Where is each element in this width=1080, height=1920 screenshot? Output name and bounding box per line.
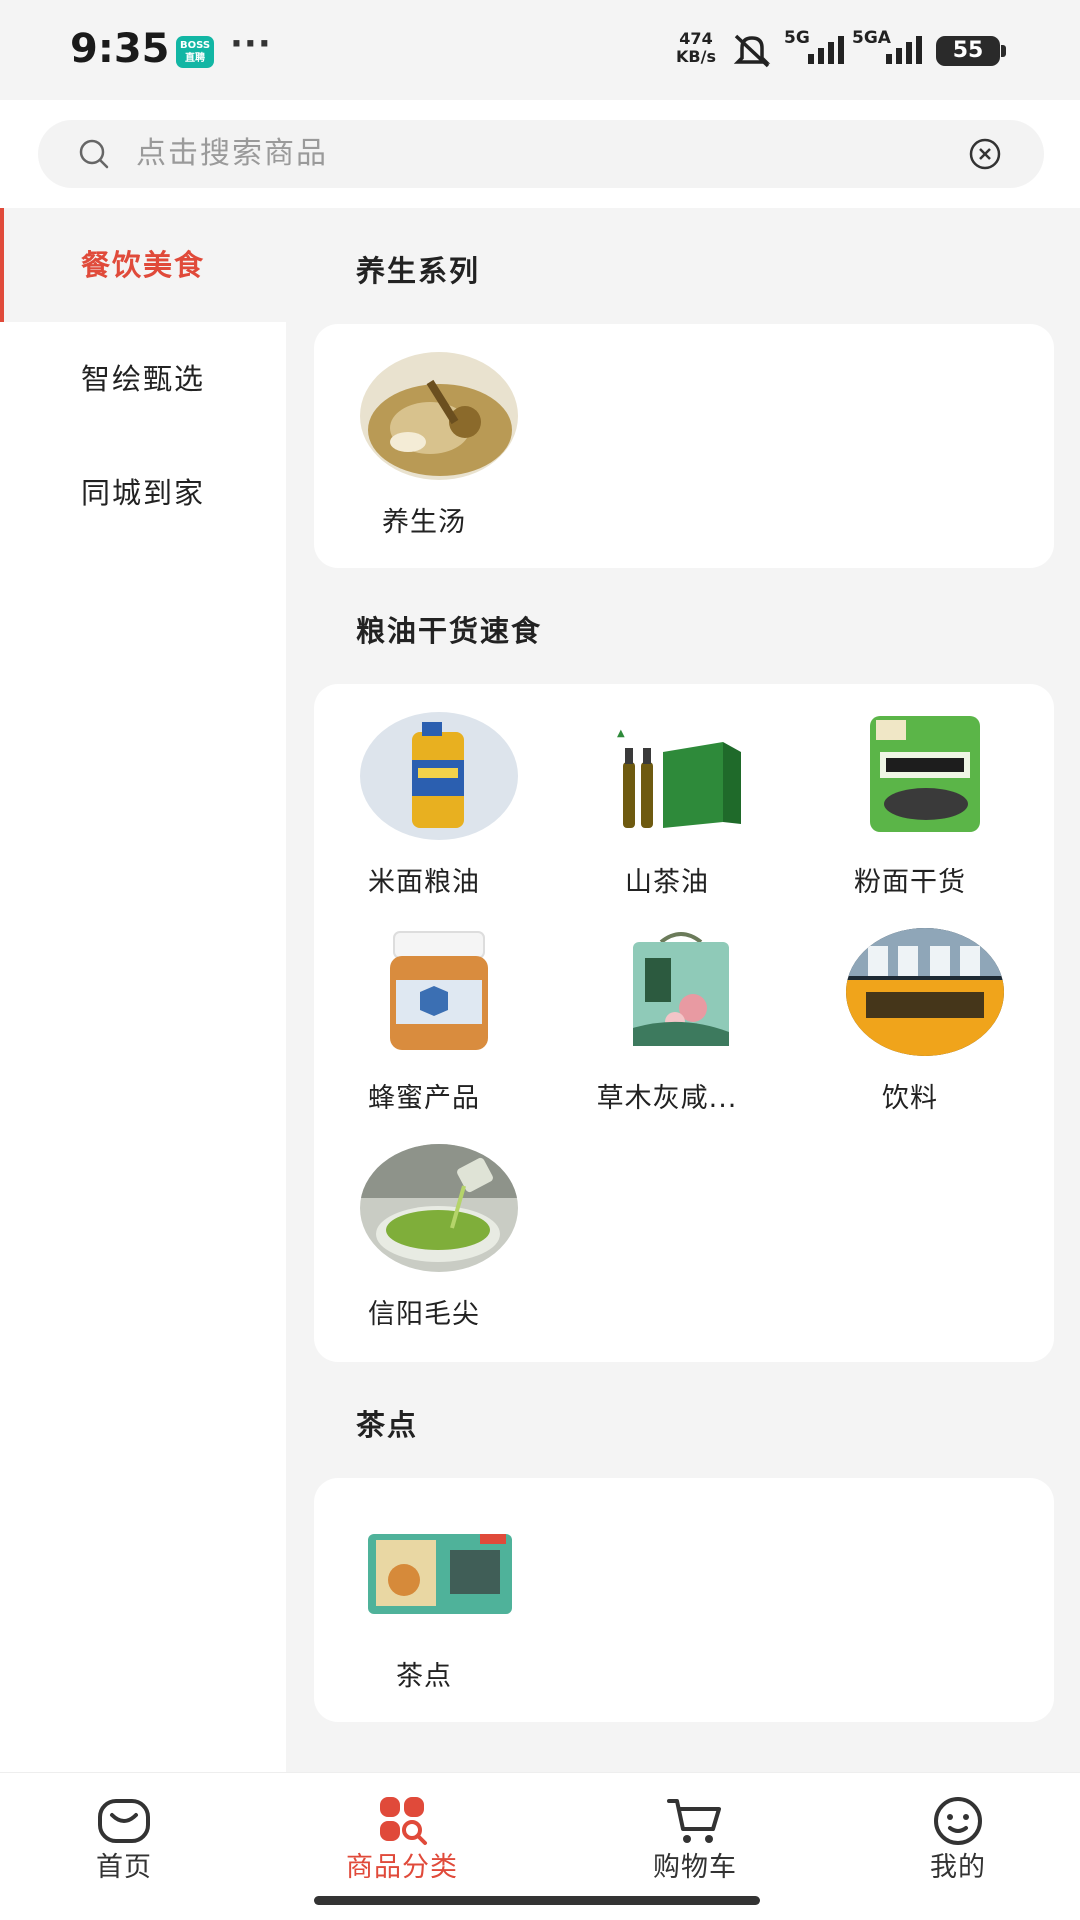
- category-grid-icon: [380, 1797, 427, 1845]
- category-item-label: 饮料: [882, 1083, 938, 1114]
- nav-home-label: 首页: [96, 1852, 152, 1883]
- product-image: [360, 1506, 518, 1634]
- product-image: [846, 928, 1004, 1056]
- search-icon: [79, 139, 109, 169]
- product-image: ▲: [603, 712, 761, 840]
- signal-5ga-icon: 5GA: [852, 28, 922, 68]
- svg-text:▲: ▲: [617, 728, 625, 739]
- home-indicator: [314, 1896, 760, 1905]
- battery-icon: 55: [936, 36, 1006, 66]
- network-speed: 474 KB/s: [670, 30, 722, 66]
- category-item[interactable]: ▲ 山茶油: [557, 712, 777, 912]
- nav-category[interactable]: 商品分类: [322, 1787, 482, 1887]
- category-item[interactable]: 养生汤: [314, 352, 534, 552]
- nav-cart-label: 购物车: [653, 1852, 737, 1883]
- smiley-face-icon: [934, 1797, 982, 1845]
- category-item[interactable]: 草木灰咸...: [557, 928, 777, 1128]
- product-image: [360, 712, 518, 840]
- search-box[interactable]: 点击搜索商品: [38, 120, 1044, 188]
- signal-5g-label: 5G: [784, 28, 810, 48]
- category-item[interactable]: 米面粮油: [314, 712, 534, 912]
- mute-icon: [733, 34, 771, 68]
- category-item[interactable]: 饮料: [800, 928, 1020, 1128]
- section-title: 养生系列: [356, 254, 481, 288]
- product-image: [360, 352, 518, 480]
- category-sidebar: 餐饮美食 智绘甄选 同城到家: [0, 208, 286, 1772]
- category-item-label: 米面粮油: [368, 867, 480, 898]
- category-item-label: 养生汤: [382, 507, 466, 538]
- category-item[interactable]: 茶点: [314, 1506, 534, 1706]
- network-speed-value: 474: [679, 29, 713, 48]
- product-image: [846, 712, 1004, 840]
- sidebar-item-selection[interactable]: 智绘甄选: [0, 322, 286, 436]
- nav-cart[interactable]: 购物车: [615, 1787, 775, 1887]
- category-card: 养生汤: [314, 324, 1054, 568]
- category-item-label: 山茶油: [625, 867, 709, 898]
- search-input[interactable]: 点击搜索商品: [136, 120, 328, 188]
- status-bar: 9:35 BOSS直聘 ··· 474 KB/s 5G 5GA 55: [0, 0, 1080, 100]
- clear-icon[interactable]: [968, 137, 1002, 171]
- nav-profile-label: 我的: [930, 1852, 986, 1883]
- category-item[interactable]: 信阳毛尖: [314, 1144, 534, 1344]
- boss-app-icon: BOSS直聘: [176, 36, 214, 68]
- category-card: 米面粮油 ▲ 山茶油 粉面干货 蜂蜜产品 草木灰咸... 饮料 信阳毛尖: [314, 684, 1054, 1362]
- cart-icon: [667, 1799, 721, 1843]
- more-notifications-icon: ···: [230, 24, 272, 64]
- signal-5g-icon: 5G: [784, 28, 844, 68]
- nav-profile[interactable]: 我的: [878, 1787, 1038, 1887]
- category-item-label: 信阳毛尖: [368, 1299, 480, 1330]
- category-item-label: 草木灰咸...: [596, 1083, 738, 1114]
- sidebar-item-dining[interactable]: 餐饮美食: [0, 208, 286, 322]
- category-card: 茶点: [314, 1478, 1054, 1722]
- product-image: [603, 928, 761, 1056]
- category-item[interactable]: 粉面干货: [800, 712, 1020, 912]
- nav-category-label: 商品分类: [346, 1852, 458, 1883]
- home-icon: [98, 1799, 150, 1843]
- sidebar-item-local-delivery[interactable]: 同城到家: [0, 436, 286, 550]
- nav-home[interactable]: 首页: [44, 1787, 204, 1887]
- search-bar-area: 点击搜索商品: [0, 100, 1080, 208]
- network-speed-unit: KB/s: [676, 47, 716, 66]
- product-image: [360, 928, 518, 1056]
- category-item[interactable]: 蜂蜜产品: [314, 928, 534, 1128]
- category-item-label: 蜂蜜产品: [368, 1083, 480, 1114]
- section-title: 粮油干货速食: [356, 614, 543, 648]
- status-time: 9:35: [70, 26, 170, 72]
- category-item-label: 茶点: [396, 1661, 452, 1692]
- category-item-label: 粉面干货: [854, 867, 966, 898]
- product-image: [360, 1144, 518, 1272]
- section-title: 茶点: [356, 1408, 419, 1442]
